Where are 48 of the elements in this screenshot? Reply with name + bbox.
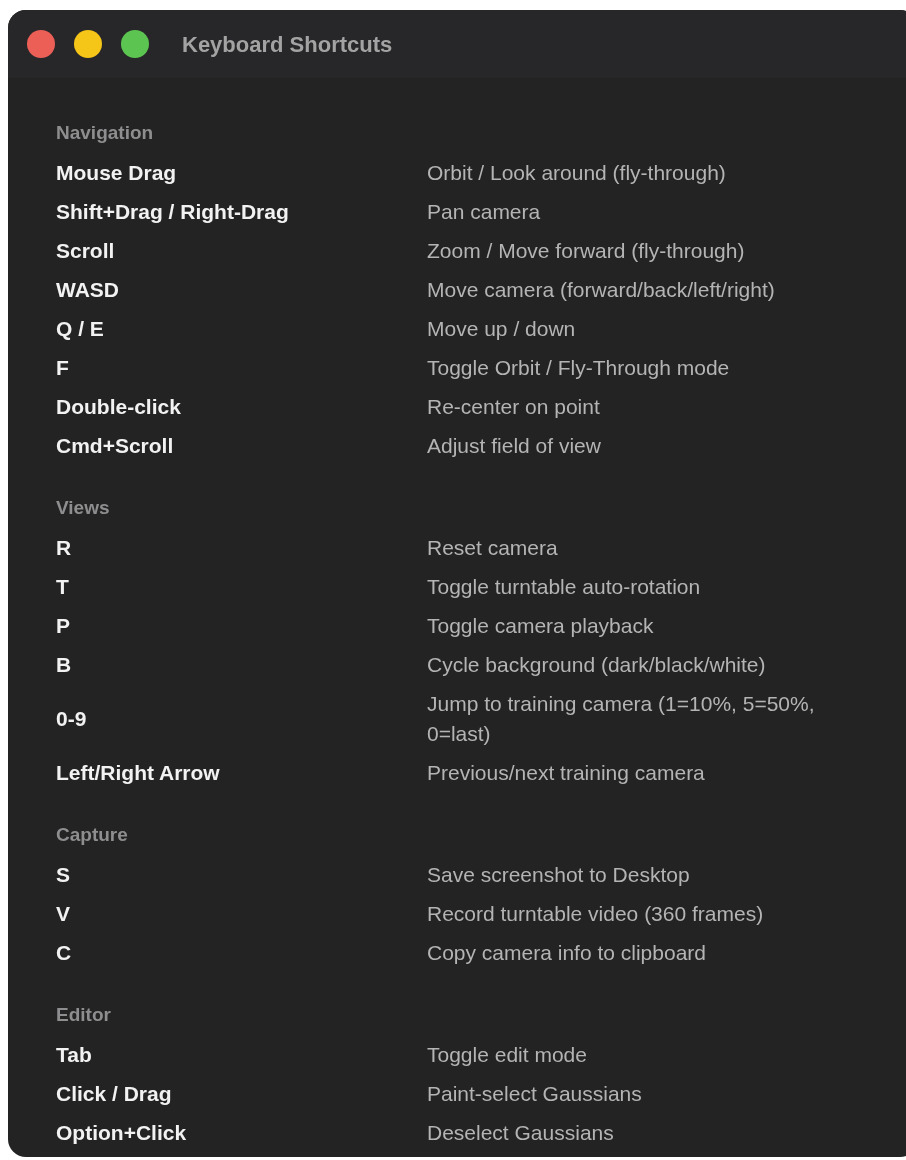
window-title: Keyboard Shortcuts [182,30,393,59]
shortcut-keys: Option+Click [56,1117,427,1148]
shortcut-description: Reset camera [427,534,559,561]
shortcut-description: Deselect Gaussians [427,1119,615,1146]
shortcut-keys: Mouse Drag [56,157,427,188]
shortcut-description: Orbit / Look around (fly-through) [427,159,727,186]
shortcut-description: Toggle turntable auto-rotation [427,573,702,600]
section-header: Views [56,496,110,521]
shortcut-description: Toggle Orbit / Fly-Through mode [427,354,731,381]
shortcut-keys: 0-9 [56,703,427,734]
shortcut-keys: P [56,610,427,641]
shortcut-keys: Scroll [56,235,427,266]
shortcut-keys: T [56,571,427,602]
shortcut-description: Adjust field of view [427,432,602,459]
shortcut-description: Pan camera [427,198,542,225]
shortcut-description: Cycle background (dark/black/white) [427,651,767,678]
section-header: Editor [56,1003,111,1028]
shortcut-keys: B [56,649,427,680]
section-header: Capture [56,823,128,848]
shortcut-description: Jump to training camera (1=10%, 5=50%, 0=last) [427,690,816,747]
shortcut-description: Re-center on point [427,393,601,420]
shortcut-description: Zoom / Move forward (fly-through) [427,237,746,264]
close-button[interactable] [27,30,55,58]
shortcut-keys: Double-click [56,391,427,422]
shortcut-keys: Click / Drag [56,1078,427,1109]
zoom-button[interactable] [121,30,149,58]
shortcut-keys: Cmd+Scroll [56,430,427,461]
shortcut-keys: C [56,937,427,968]
shortcut-keys: R [56,532,427,563]
shortcut-description: Previous/next training camera [427,759,706,786]
shortcut-description: Toggle edit mode [427,1041,588,1068]
shortcut-keys: F [56,352,427,383]
section-header: Navigation [56,121,154,146]
shortcut-keys: WASD [56,274,427,305]
minimize-button[interactable] [74,30,102,58]
shortcut-keys: V [56,898,427,929]
shortcut-description: Save screenshot to Desktop [427,861,691,888]
shortcut-keys: S [56,859,427,890]
shortcut-keys: Q / E [56,313,427,344]
shortcut-description: Paint-select Gaussians [427,1080,643,1107]
shortcut-keys: Left/Right Arrow [56,757,427,788]
shortcut-description: Toggle camera playback [427,612,655,639]
shortcut-description: Move up / down [427,315,577,342]
shortcut-keys: Shift+Drag / Right-Drag [56,196,427,227]
shortcut-description: Move camera (forward/back/left/right) [427,276,776,303]
shortcut-description: Copy camera info to clipboard [427,939,707,966]
shortcut-keys: Tab [56,1039,427,1070]
shortcut-description: Record turntable video (360 frames) [427,900,765,927]
